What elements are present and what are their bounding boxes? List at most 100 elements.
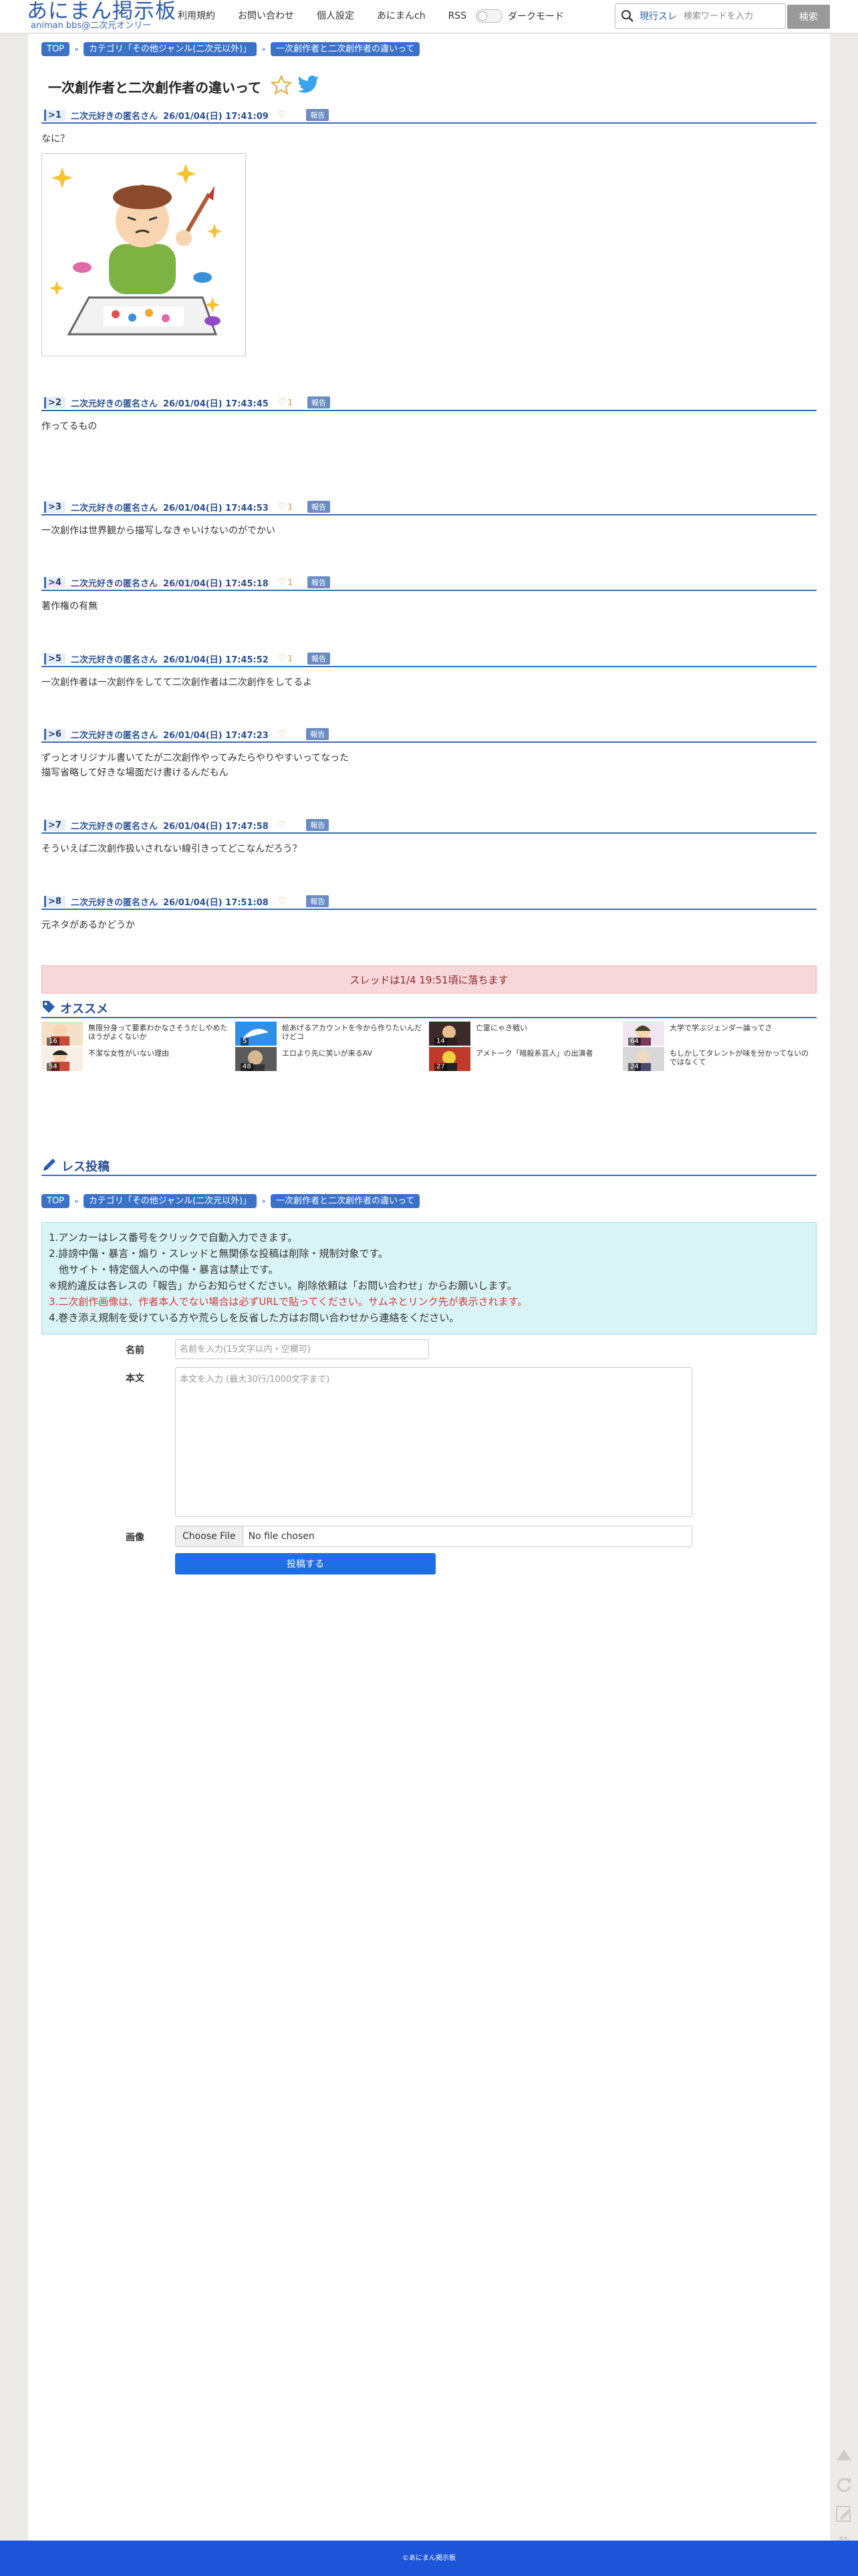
report-button[interactable]: 報告 [307, 501, 331, 513]
post-line: 描写省略して好きな場面だけ書けるんだもん [41, 768, 229, 778]
scroll-top-icon[interactable] [830, 2440, 858, 2470]
breadcrumb-top[interactable]: TOP [41, 1193, 70, 1208]
image-row: 画像 [115, 1530, 144, 1544]
res-number[interactable]: >4 [44, 576, 65, 588]
report-button[interactable]: 報告 [306, 895, 329, 907]
search-button[interactable]: 検索 [787, 5, 830, 29]
dark-mode-toggle[interactable]: ダークモード [476, 9, 564, 23]
recommend-item[interactable]: 24 もしかしてタレントが味を分かってないのではなくて [623, 1047, 817, 1071]
res-number[interactable]: >1 [44, 109, 65, 121]
post-line: 著作権の有無 [41, 601, 98, 612]
res-number[interactable]: >7 [44, 819, 65, 831]
post-header: >1 二次元好きの匿名さん 26/01/04(日) 17:41:09 ♡ 報告 [41, 109, 817, 124]
name-input[interactable] [175, 1339, 429, 1359]
post-body: なに？ [41, 132, 817, 146]
logo-title: あにまん掲示板 [27, 0, 176, 23]
like-heart-icon[interactable]: ♡ [278, 577, 287, 588]
breadcrumb-category[interactable]: カテゴリ「その他ジャンル(二次元以外)」 [83, 1193, 257, 1208]
post-header: >2 二次元好きの匿名さん 26/01/04(日) 17:43:45 ♡ 1 報… [41, 396, 817, 411]
res-number[interactable]: >8 [44, 895, 65, 907]
recommend-item[interactable]: 54 不潔な女性がいない理由 [41, 1047, 235, 1071]
image-label: 画像 [126, 1532, 144, 1543]
report-button[interactable]: 報告 [306, 728, 329, 740]
recommend-item[interactable]: 16 無限分身って要素わかなさそうだしやめたほうがよくないか [41, 1022, 235, 1046]
post-line: そういえば二次創作扱いされない線引きってどこなんだろう？ [41, 844, 302, 854]
breadcrumb-category[interactable]: カテゴリ「その他ジャンル(二次元以外)」 [83, 41, 257, 56]
image-file-input[interactable]: Choose File No file chosen [175, 1526, 692, 1547]
like-heart-icon[interactable]: ♡ [278, 653, 287, 664]
like-heart-icon[interactable]: ♡ [278, 820, 287, 830]
report-button[interactable]: 報告 [307, 653, 331, 665]
recommend-thumbnail: 14 [429, 1022, 470, 1046]
report-button[interactable]: 報告 [306, 819, 329, 831]
post-7: >7 二次元好きの匿名さん 26/01/04(日) 17:47:58 ♡ 報告 … [41, 819, 817, 856]
body-label: 本文 [126, 1373, 144, 1384]
breadcrumb-thread[interactable]: 一次創作者と二次創作者の違いって [270, 41, 420, 56]
like-count: 1 [287, 502, 293, 511]
nav-rss[interactable]: RSS [448, 9, 467, 23]
recommend-title-text: 亡霊にゃき戦い [476, 1024, 527, 1032]
reply-header: レス投稿 [41, 1157, 817, 1176]
breadcrumb-separator: » [261, 44, 266, 53]
breadcrumb-top[interactable]: TOP [41, 41, 70, 56]
breadcrumb-separator: » [74, 44, 79, 53]
edit-icon[interactable] [830, 2499, 858, 2529]
recommend-count: 16 [47, 1038, 59, 1046]
choose-file-button[interactable]: Choose File [176, 1526, 243, 1546]
post-image-artist[interactable] [41, 153, 246, 356]
recommend-title-text: 無限分身って要素わかなさそうだしやめたほうがよくないか [88, 1024, 228, 1041]
toggle-track[interactable] [476, 9, 503, 23]
recommend-item[interactable]: 5 絵あげるアカウントを今から作りたいんだけどコ [235, 1022, 429, 1046]
recommend-thumbnail: 64 [623, 1022, 664, 1046]
body-textarea[interactable] [175, 1367, 692, 1517]
like-heart-icon[interactable]: ♡ [278, 896, 287, 907]
recommend-thumbnail: 48 [235, 1047, 277, 1071]
search-input[interactable] [684, 11, 784, 21]
post-body: 作ってるもの [41, 419, 817, 434]
recommend-title-text: アメトーク「暗殺系芸人」の出演者 [476, 1049, 593, 1058]
submit-post-button[interactable]: 投稿する [175, 1553, 436, 1574]
recommend-count: 54 [47, 1063, 59, 1071]
report-button[interactable]: 報告 [307, 576, 331, 588]
favorite-star-icon[interactable] [270, 74, 293, 98]
nav-terms[interactable]: 利用規約 [178, 9, 215, 23]
rule-line: 4.巻き添え規制を受けている方や荒らしを反省した方はお問い合わせから連絡をくださ… [49, 1312, 460, 1324]
breadcrumb-thread[interactable]: 一次創作者と二次創作者の違いって [270, 1193, 420, 1208]
recommend-title-text: 大学で学ぶジェンダー論ってさ [670, 1024, 772, 1032]
recommend-count: 14 [434, 1038, 447, 1046]
report-button[interactable]: 報告 [306, 109, 329, 121]
recommend-item[interactable]: 48 エロより先に笑いが来るAV [235, 1047, 429, 1071]
res-date: 26/01/04(日) 17:51:08 [162, 897, 269, 908]
res-number[interactable]: >3 [44, 501, 65, 513]
post-6: >6 二次元好きの匿名さん 26/01/04(日) 17:47:23 ♡ 報告 … [41, 728, 817, 780]
res-number[interactable]: >2 [44, 396, 65, 408]
res-number[interactable]: >5 [44, 653, 65, 665]
recommend-item[interactable]: 27 アメトーク「暗殺系芸人」の出演者 [429, 1047, 623, 1071]
search-scope-select[interactable]: 現行スレ [639, 9, 677, 23]
twitter-share-icon[interactable] [297, 75, 320, 98]
file-status: No file chosen [248, 1531, 315, 1542]
post-line: 元ネタがあるかどうか [41, 920, 135, 931]
like-count: 1 [287, 578, 293, 587]
report-button[interactable]: 報告 [307, 396, 331, 408]
nav-settings[interactable]: 個人設定 [317, 9, 354, 23]
search-icon [615, 4, 639, 28]
post-body: ずっとオリジナル書いてたが二次創作やってみたらやりやすいってなった 描写省略して… [41, 751, 817, 780]
nav-contact[interactable]: お問い合わせ [238, 9, 294, 23]
site-header: あにまん掲示板 animan bbs@二次元オンリー 利用規約 お問い合わせ 個… [0, 0, 858, 33]
res-number[interactable]: >6 [44, 728, 65, 740]
recommend-item[interactable]: 14 亡霊にゃき戦い [429, 1022, 623, 1046]
like-heart-icon[interactable]: ♡ [278, 501, 287, 512]
reload-icon[interactable] [830, 2470, 858, 2499]
recommend-thumbnail: 16 [41, 1022, 83, 1046]
like-heart-icon[interactable]: ♡ [278, 729, 287, 739]
nav-animanch[interactable]: あにまんch [377, 9, 426, 23]
post-header: >3 二次元好きの匿名さん 26/01/04(日) 17:44:53 ♡ 1 報… [41, 501, 817, 515]
like-heart-icon[interactable]: ♡ [278, 110, 287, 120]
recommend-item[interactable]: 64 大学で学ぶジェンダー論ってさ [623, 1022, 817, 1046]
recommend-count: 24 [628, 1063, 641, 1071]
name-row: 名前 [115, 1343, 144, 1357]
like-heart-icon[interactable]: ♡ [278, 397, 287, 408]
post-body: 一次創作者は一次創作をしてて二次創作者は二次創作をしてるよ [41, 675, 817, 690]
site-logo[interactable]: あにまん掲示板 animan bbs@二次元オンリー [27, 0, 176, 31]
